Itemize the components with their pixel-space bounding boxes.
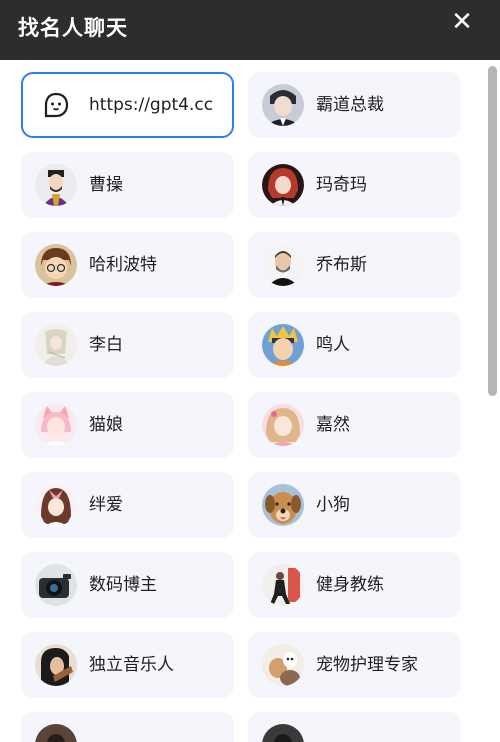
card-label: 哈利波特 [89, 255, 157, 275]
card-makima[interactable]: 玛奇玛 [248, 152, 461, 218]
card-gpt4[interactable]: https://gpt4.cc [21, 72, 234, 138]
card-label: 数码博主 [89, 575, 157, 595]
avatar-fitness-coach [262, 564, 304, 606]
card-ceo[interactable]: 霸道总裁 [248, 72, 461, 138]
card-puppy[interactable]: 小狗 [248, 472, 461, 538]
avatar-jiaran [262, 404, 304, 446]
avatar-indie-musician [35, 644, 77, 686]
card-pet-care-expert[interactable]: 宠物护理专家 [248, 632, 461, 698]
card-naruto[interactable]: 鸣人 [248, 312, 461, 378]
card-label: 嘉然 [316, 415, 350, 435]
avatar-naruto [262, 324, 304, 366]
card-label: 乔布斯 [316, 255, 367, 275]
card-label: 小狗 [316, 495, 350, 515]
avatar-pet-care-expert [262, 644, 304, 686]
card-indie-musician[interactable]: 独立音乐人 [21, 632, 234, 698]
avatar-puppy [262, 484, 304, 526]
card-harry-potter[interactable]: 哈利波特 [21, 232, 234, 298]
card-label: 绊爱 [89, 495, 123, 515]
card-kizuna-ai[interactable]: 绊爱 [21, 472, 234, 538]
avatar-catgirl [35, 404, 77, 446]
card-label: 独立音乐人 [89, 655, 174, 675]
celebrity-chat-dialog: 找名人聊天 ✕ https://gpt4.cc 霸道总裁 曹操 玛奇玛 哈利波特… [0, 0, 500, 742]
card-label: 李白 [89, 335, 123, 355]
chat-bot-icon [35, 84, 77, 126]
card-next-row-right[interactable] [248, 712, 461, 742]
avatar-libai [35, 324, 77, 366]
celebrity-list[interactable]: https://gpt4.cc 霸道总裁 曹操 玛奇玛 哈利波特 乔布斯 李白 … [0, 60, 486, 742]
dialog-header: 找名人聊天 ✕ [0, 0, 500, 60]
avatar-harry-potter [35, 244, 77, 286]
scrollbar-thumb[interactable] [488, 66, 497, 396]
card-label: 曹操 [89, 175, 123, 195]
card-label: https://gpt4.cc [89, 95, 214, 115]
close-icon[interactable]: ✕ [446, 6, 478, 38]
card-label: 玛奇玛 [316, 175, 367, 195]
avatar-next-left [35, 724, 77, 742]
card-label: 健身教练 [316, 575, 384, 595]
card-next-row-left[interactable] [21, 712, 234, 742]
dialog-title: 找名人聊天 [18, 16, 128, 40]
avatar-next-right [262, 724, 304, 742]
card-label: 猫娘 [89, 415, 123, 435]
card-catgirl[interactable]: 猫娘 [21, 392, 234, 458]
avatar-ceo [262, 84, 304, 126]
avatar-makima [262, 164, 304, 206]
avatar-steve-jobs [262, 244, 304, 286]
avatar-tech-blogger [35, 564, 77, 606]
card-jiaran[interactable]: 嘉然 [248, 392, 461, 458]
card-caocao[interactable]: 曹操 [21, 152, 234, 218]
card-steve-jobs[interactable]: 乔布斯 [248, 232, 461, 298]
card-label: 宠物护理专家 [316, 655, 418, 675]
avatar-caocao [35, 164, 77, 206]
card-label: 鸣人 [316, 335, 350, 355]
card-label: 霸道总裁 [316, 95, 384, 115]
avatar-kizuna-ai [35, 484, 77, 526]
card-tech-blogger[interactable]: 数码博主 [21, 552, 234, 618]
card-fitness-coach[interactable]: 健身教练 [248, 552, 461, 618]
card-libai[interactable]: 李白 [21, 312, 234, 378]
